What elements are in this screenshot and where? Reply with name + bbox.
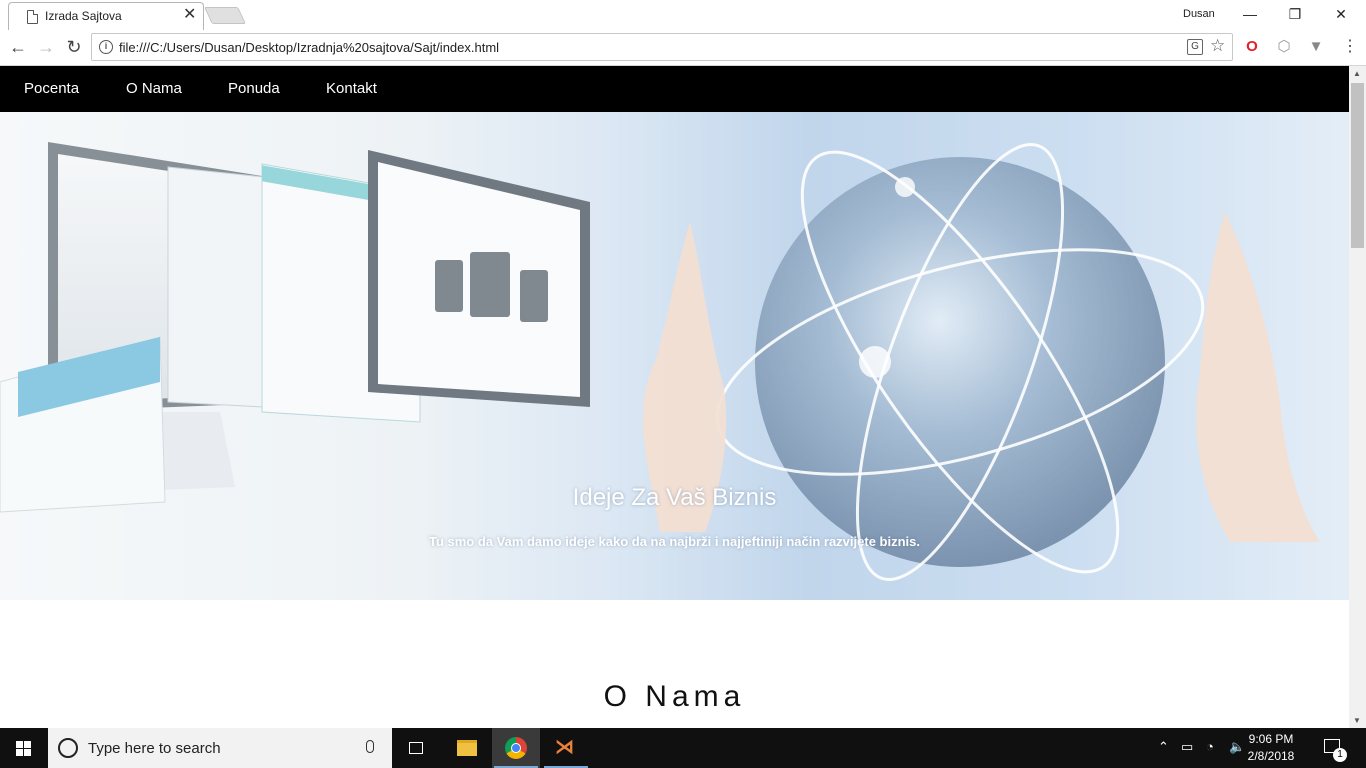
close-window-button[interactable]: ✕ (1326, 3, 1356, 25)
chevron-up-icon[interactable]: ⌃ (1158, 739, 1169, 755)
restore-button[interactable]: ❐ (1280, 3, 1310, 25)
nav-link-o-nama[interactable]: O Nama (126, 80, 182, 97)
back-icon[interactable]: ← (6, 35, 30, 59)
profile-name[interactable]: Dusan (1183, 8, 1215, 20)
browser-toolbar: ← → ↻ i file:///C:/Users/Dusan/Desktop/I… (0, 30, 1366, 66)
notification-badge: 1 (1333, 748, 1347, 762)
hero-banner: Ideje Za Vaš Biznis Tu smo da Vam damo i… (0, 112, 1349, 600)
page-viewport: Pocenta O Nama Ponuda Kontakt Ideje Za V… (0, 66, 1349, 728)
hero-title: Ideje Za Vaš Biznis (572, 484, 777, 511)
url-text[interactable]: file:///C:/Users/Dusan/Desktop/Izradnja%… (119, 40, 499, 55)
section-title-o-nama: O Nama (603, 680, 746, 713)
cortana-icon (58, 738, 78, 758)
windows-taskbar: Type here to search ⋊ ⌃ ▭ ◔ 🔈 9:06 PM 2/… (0, 728, 1366, 768)
translate-icon[interactable]: G (1187, 39, 1203, 55)
clock[interactable]: 9:06 PM 2/8/2018 (1240, 731, 1302, 765)
site-navbar: Pocenta O Nama Ponuda Kontakt (0, 66, 1349, 112)
nav-link-ponuda[interactable]: Ponuda (228, 80, 280, 97)
scroll-thumb[interactable] (1351, 83, 1364, 248)
tab-strip: Izrada Sajtova ✕ Dusan — ❐ ✕ (0, 0, 1366, 30)
menu-icon[interactable]: ⋮ (1342, 36, 1358, 58)
chrome-icon (505, 737, 527, 759)
forward-icon[interactable]: → (34, 35, 58, 59)
opera-icon[interactable]: O (1243, 38, 1261, 56)
tab-title: Izrada Sajtova (45, 9, 122, 23)
scroll-up-icon[interactable]: ▲ (1353, 69, 1361, 78)
visual-studio-icon: ⋊ (555, 737, 574, 758)
tab-close-icon[interactable]: ✕ (183, 6, 196, 24)
start-button[interactable] (0, 728, 48, 768)
new-tab-button[interactable] (204, 7, 246, 24)
task-view-button[interactable] (392, 728, 440, 768)
reload-icon[interactable]: ↻ (62, 35, 86, 59)
minimize-button[interactable]: — (1235, 3, 1265, 25)
star-icon[interactable]: ☆ (1210, 36, 1225, 56)
clock-date: 2/8/2018 (1247, 749, 1295, 763)
clock-time: 9:06 PM (1248, 732, 1294, 746)
browser-tab[interactable]: Izrada Sajtova ✕ (8, 2, 204, 30)
file-explorer-button[interactable] (443, 728, 491, 768)
page-scrollbar[interactable]: ▲ ▼ (1349, 66, 1366, 728)
extension-cube-icon[interactable]: ⬡ (1275, 38, 1293, 56)
info-icon[interactable]: i (99, 40, 113, 54)
hero-subtitle: Tu smo da Vam damo ideje kako da na najb… (428, 534, 920, 549)
windows-logo-icon (16, 741, 32, 757)
nav-link-kontakt[interactable]: Kontakt (326, 80, 377, 97)
task-view-icon (409, 742, 423, 754)
battery-icon[interactable]: ▭ (1181, 739, 1193, 755)
nav-link-pocenta[interactable]: Pocenta (24, 80, 79, 97)
page-icon (27, 10, 38, 24)
wifi-icon[interactable]: ◔ (1206, 739, 1214, 754)
microphone-icon[interactable] (366, 740, 374, 753)
scroll-down-icon[interactable]: ▼ (1353, 716, 1361, 725)
visual-studio-button[interactable]: ⋊ (542, 728, 590, 768)
extension-vee-icon[interactable]: ▼ (1307, 38, 1325, 56)
taskbar-search[interactable]: Type here to search (48, 728, 392, 768)
address-bar[interactable]: i file:///C:/Users/Dusan/Desktop/Izradnj… (91, 33, 1233, 61)
hero-overlay (0, 112, 1349, 600)
chrome-taskbar-button[interactable] (492, 728, 540, 768)
search-placeholder: Type here to search (88, 740, 221, 757)
folder-icon (457, 740, 477, 756)
